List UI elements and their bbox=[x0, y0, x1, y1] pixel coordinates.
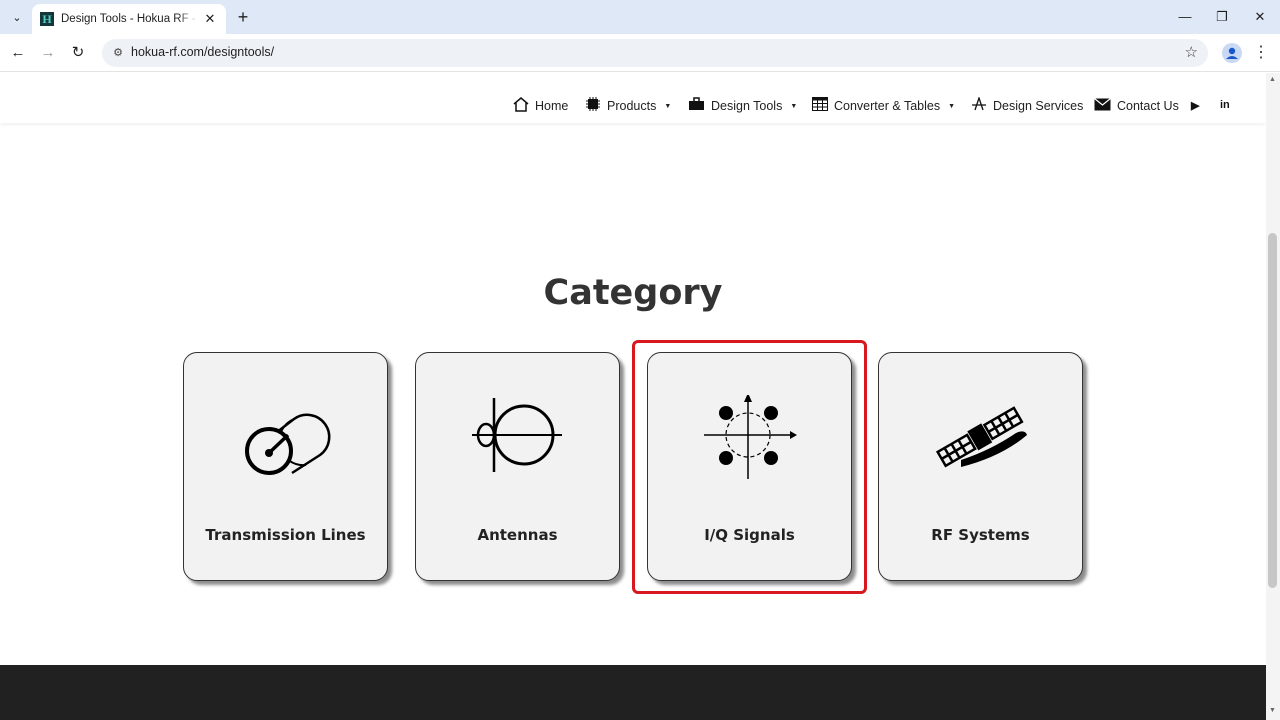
nav-label: Contact Us bbox=[1117, 99, 1179, 113]
bookmark-star-icon[interactable]: ☆ bbox=[1185, 43, 1198, 61]
caret-down-icon: ▼ bbox=[664, 102, 672, 110]
reload-icon[interactable]: ↻ bbox=[66, 41, 90, 65]
antenna-icon bbox=[971, 95, 987, 115]
scroll-thumb[interactable] bbox=[1268, 233, 1277, 588]
browser-toolbar: ← → ↻ ⚙ hokua-rf.com/designtools/ ☆ bbox=[0, 34, 1280, 72]
web-page: Home Products ▼ Design Tools ▼ Converter… bbox=[0, 73, 1266, 720]
tab-title: Design Tools - Hokua RF - Tools bbox=[61, 13, 198, 25]
category-card-rf-systems[interactable]: RF Systems bbox=[878, 352, 1083, 581]
nav-label: Home bbox=[535, 99, 569, 113]
home-icon bbox=[513, 96, 529, 116]
category-card-transmission-lines[interactable]: Transmission Lines bbox=[183, 352, 388, 581]
linkedin-icon[interactable]: in bbox=[1220, 99, 1230, 111]
table-icon bbox=[812, 97, 828, 115]
browser-menu-icon[interactable]: ⋮ bbox=[1253, 42, 1269, 64]
scroll-down-arrow-icon[interactable]: ▼ bbox=[1269, 707, 1276, 714]
site-footer bbox=[0, 665, 1266, 720]
toolbox-icon bbox=[688, 97, 705, 115]
close-window-icon[interactable]: ✕ bbox=[1245, 6, 1275, 28]
minimize-icon[interactable]: — bbox=[1170, 6, 1200, 28]
nav-item-contact-us[interactable]: Contact Us bbox=[1094, 97, 1179, 115]
page-heading: Category bbox=[543, 273, 723, 313]
browser-tab[interactable]: H Design Tools - Hokua RF - Tools ✕ bbox=[32, 4, 226, 34]
restore-icon[interactable]: ❐ bbox=[1207, 6, 1237, 28]
new-tab-button[interactable]: + bbox=[234, 8, 252, 26]
nav-item-products[interactable]: Products ▼ bbox=[585, 97, 671, 115]
envelope-icon bbox=[1094, 97, 1111, 115]
category-card-antennas[interactable]: Antennas bbox=[415, 352, 620, 581]
forward-icon[interactable]: → bbox=[36, 41, 60, 65]
profile-avatar-icon[interactable] bbox=[1222, 43, 1242, 63]
card-label: RF Systems bbox=[931, 526, 1030, 544]
scroll-up-arrow-icon[interactable]: ▲ bbox=[1269, 76, 1276, 83]
url-text[interactable]: hokua-rf.com/designtools/ bbox=[131, 45, 274, 59]
site-navigation: Home Products ▼ Design Tools ▼ Converter… bbox=[0, 73, 1266, 123]
caret-down-icon: ▼ bbox=[948, 102, 956, 110]
close-tab-icon[interactable]: ✕ bbox=[202, 11, 218, 27]
card-label: Transmission Lines bbox=[205, 526, 366, 544]
nav-item-design-services[interactable]: Design Services bbox=[971, 95, 1084, 115]
selection-highlight bbox=[632, 340, 867, 594]
nav-item-converter-tables[interactable]: Converter & Tables ▼ bbox=[812, 97, 955, 115]
browser-tab-bar: ⌄ H Design Tools - Hokua RF - Tools ✕ + … bbox=[0, 0, 1280, 34]
transmission-line-icon bbox=[245, 413, 331, 475]
nav-item-home[interactable]: Home bbox=[513, 96, 569, 116]
card-label: Antennas bbox=[477, 526, 558, 544]
nav-item-design-tools[interactable]: Design Tools ▼ bbox=[688, 97, 797, 115]
address-bar[interactable]: ⚙ hokua-rf.com/designtools/ ☆ bbox=[102, 39, 1208, 67]
chip-icon bbox=[585, 96, 601, 116]
satellite-icon bbox=[935, 406, 1027, 468]
caret-down-icon: ▼ bbox=[790, 102, 798, 110]
page-scrollbar[interactable]: ▲ ▼ bbox=[1266, 73, 1280, 720]
nav-label: Design Tools bbox=[711, 99, 783, 113]
antenna-pattern-icon bbox=[472, 398, 562, 472]
nav-label: Products bbox=[607, 99, 657, 113]
nav-label: Design Services bbox=[993, 99, 1084, 113]
back-icon[interactable]: ← bbox=[6, 41, 30, 65]
site-favicon-icon: H bbox=[40, 12, 54, 26]
site-info-icon[interactable]: ⚙ bbox=[110, 45, 126, 61]
tab-search-chevron-icon[interactable]: ⌄ bbox=[6, 6, 28, 28]
nav-label: Converter & Tables bbox=[834, 99, 941, 113]
youtube-icon[interactable]: ▶ bbox=[1191, 99, 1199, 112]
